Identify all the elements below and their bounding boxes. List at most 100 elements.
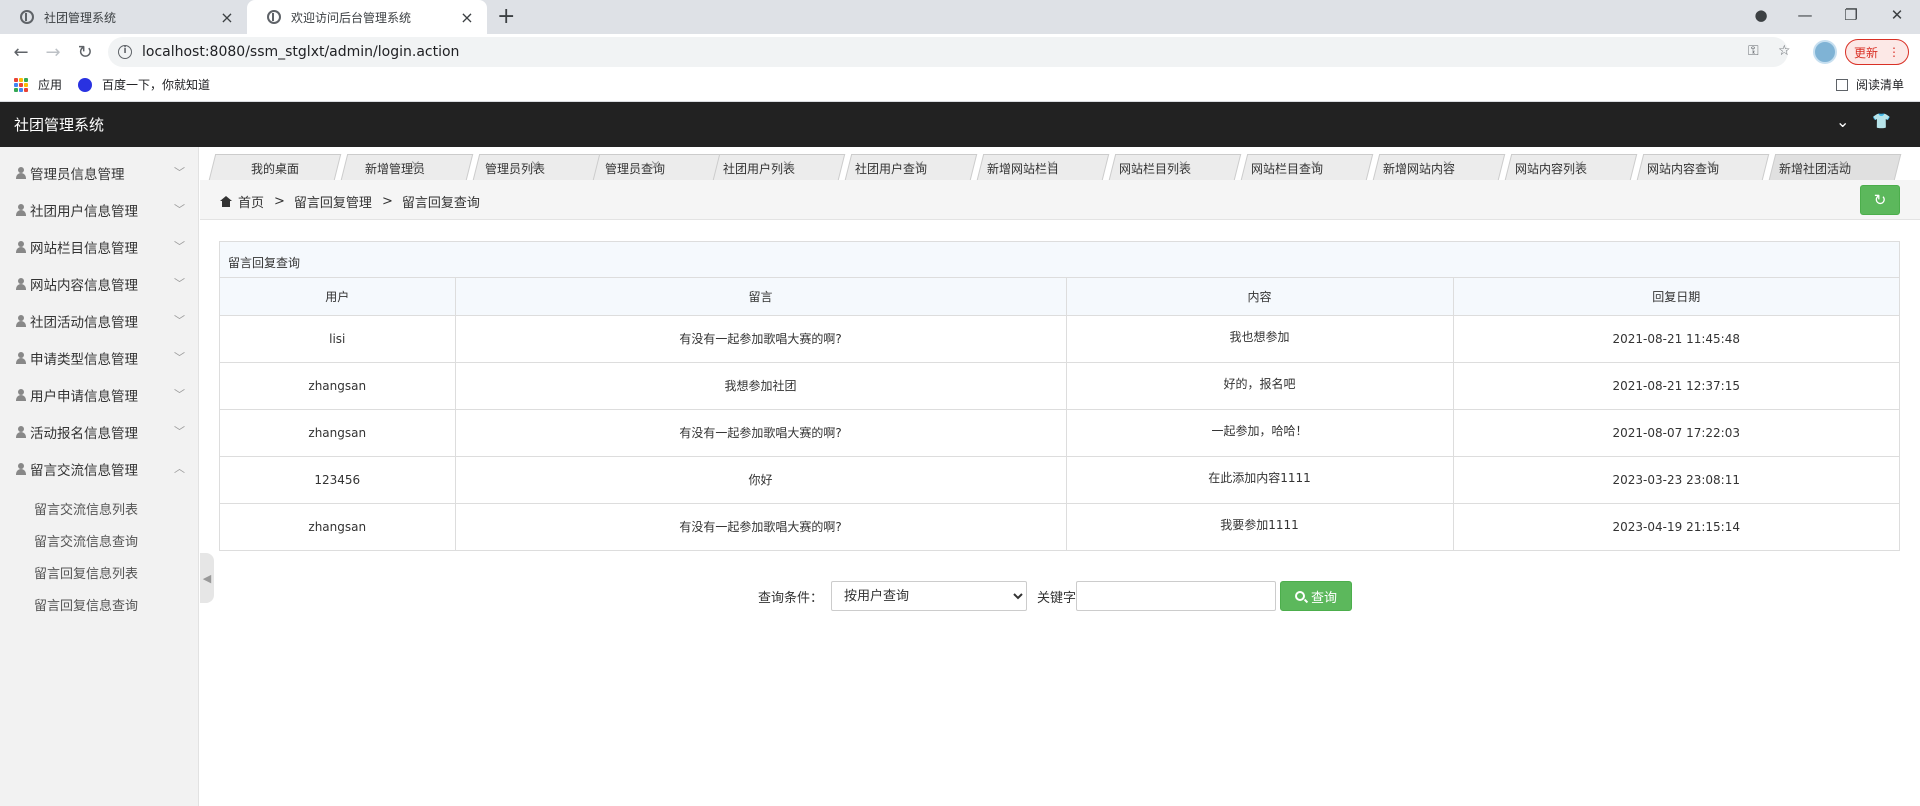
user-icon [16, 166, 26, 179]
query-button[interactable]: 查询 [1280, 581, 1353, 611]
close-tab-icon[interactable]: × [219, 8, 235, 27]
new-tab-button[interactable]: + [497, 4, 515, 29]
cell-date: 2021-08-21 12:37:15 [1453, 362, 1899, 410]
bookmark-label: 应用 [38, 78, 63, 92]
tab-close-icon[interactable]: × [1706, 158, 1717, 173]
tab-close-icon[interactable]: × [1574, 158, 1585, 173]
chevron-down-icon: ﹀ [174, 388, 185, 401]
sidebar-item-user-applications[interactable]: 用户申请信息管理 ﹀ [0, 376, 199, 413]
key-icon[interactable]: ⚿ [1748, 43, 1759, 59]
forward-arrow-icon[interactable]: → [40, 40, 66, 64]
sidebar-item-club-users[interactable]: 社团用户信息管理 ﹀ [0, 191, 199, 228]
sidebar-item-site-columns[interactable]: 网站栏目信息管理 ﹀ [0, 228, 199, 265]
breadcrumb-home[interactable]: 首页 [238, 192, 264, 211]
update-label: 更新 [1853, 45, 1878, 60]
table-header-row: 用户 留言 内容 回复日期 [220, 278, 1899, 316]
sidebar-collapse-toggle[interactable]: ◀ [200, 553, 214, 603]
restore-button[interactable]: ❐ [1828, 0, 1874, 30]
chevron-down-icon: ﹀ [174, 425, 185, 438]
globe-icon [267, 10, 281, 24]
condition-label: 查询条件： [758, 590, 824, 606]
sidebar-subitem-message-query[interactable]: 留言交流信息查询 [34, 531, 138, 550]
chevron-down-icon: ﹀ [174, 166, 185, 179]
more-menu-icon: ⋮ [1888, 45, 1900, 59]
star-icon[interactable]: ☆ [1778, 43, 1791, 59]
tab-search-icon[interactable]: ● [1738, 0, 1784, 30]
tab-close-icon[interactable]: × [782, 158, 793, 173]
breadcrumb-separator: > [274, 194, 285, 209]
tab-label: 新增网站内容 [1382, 162, 1455, 176]
tab-close-icon[interactable]: × [1178, 158, 1189, 173]
cell-content: 我要参加1111 [1066, 503, 1454, 550]
cell-user: zhangsan [220, 409, 456, 457]
bookmark-baidu[interactable]: 百度一下，你就知道 [78, 76, 210, 93]
sidebar-item-label: 社团用户信息管理 [30, 203, 138, 220]
chevron-down-icon: ﹀ [174, 203, 185, 216]
profile-avatar[interactable] [1813, 40, 1837, 64]
tab-close-icon[interactable]: × [530, 158, 541, 173]
user-icon [16, 240, 26, 253]
column-header-date: 回复日期 [1453, 278, 1899, 316]
reload-icon[interactable]: ↻ [72, 40, 98, 64]
tab-close-icon[interactable]: × [1838, 158, 1849, 173]
sidebar-item-label: 网站栏目信息管理 [30, 240, 138, 257]
back-arrow-icon[interactable]: ← [8, 40, 34, 64]
tab-label: 管理员列表 [484, 162, 545, 176]
sidebar-item-label: 留言交流信息管理 [30, 462, 138, 479]
tab-close-icon[interactable]: × [914, 158, 925, 173]
tshirt-icon[interactable]: 👕 [1872, 112, 1891, 130]
user-icon [16, 351, 26, 364]
user-icon [16, 462, 26, 475]
tab-label: 管理员查询 [604, 162, 665, 176]
reading-list[interactable]: 阅读清单 [1836, 76, 1904, 93]
chevron-down-icon: ﹀ [174, 240, 185, 253]
site-info-icon[interactable]: i [118, 45, 132, 59]
tab-close-icon[interactable]: × [650, 158, 661, 173]
app-header: 社团管理系统 ⌄ 👕 [0, 102, 1920, 147]
tab-close-icon[interactable]: × [1442, 158, 1453, 173]
bookmark-apps[interactable]: 应用 [14, 76, 62, 93]
reply-query-panel: 留言回复查询 用户 留言 内容 回复日期 lisi 有没有一起参加歌唱大赛的啊?… [219, 241, 1900, 551]
keyword-input[interactable] [1076, 581, 1277, 611]
sidebar-item-messages[interactable]: 留言交流信息管理 ︿ [0, 450, 199, 487]
close-tab-icon[interactable]: × [459, 8, 475, 27]
bookmark-label: 百度一下，你就知道 [102, 78, 211, 92]
tab-close-icon[interactable]: × [410, 158, 421, 173]
sidebar-subitem-reply-query[interactable]: 留言回复信息查询 [34, 595, 138, 614]
update-button[interactable]: 更新 ⋮ [1845, 39, 1909, 65]
cell-message: 你好 [455, 456, 1067, 504]
reading-list-icon [1836, 78, 1848, 91]
cell-message: 我想参加社团 [455, 362, 1067, 410]
cell-content: 一起参加，哈哈！ [1066, 409, 1454, 457]
chevron-down-icon[interactable]: ⌄ [1836, 112, 1849, 131]
address-bar[interactable]: i localhost:8080/ssm_stglxt/admin/login.… [108, 37, 1791, 67]
chevron-down-icon: ﹀ [174, 277, 185, 290]
tab-close-icon[interactable]: × [1046, 158, 1057, 173]
tab-close-icon[interactable]: × [1310, 158, 1321, 173]
sidebar-item-site-content[interactable]: 网站内容信息管理 ﹀ [0, 265, 199, 302]
chevron-down-icon: ﹀ [174, 351, 185, 364]
minimize-button[interactable]: — [1782, 0, 1828, 30]
tab-label: 网站栏目列表 [1118, 162, 1191, 176]
sidebar-item-application-types[interactable]: 申请类型信息管理 ﹀ [0, 339, 199, 376]
browser-tab-1[interactable]: 社团管理系统 × [0, 0, 247, 34]
cell-message: 有没有一起参加歌唱大赛的啊? [455, 409, 1067, 457]
close-window-button[interactable]: ✕ [1874, 0, 1920, 30]
sidebar-item-admin[interactable]: 管理员信息管理 ﹀ [0, 154, 199, 191]
tab-label: 网站内容查询 [1646, 162, 1719, 176]
table-row: lisi 有没有一起参加歌唱大赛的啊? 我也想参加 2021-08-21 11:… [220, 315, 1899, 363]
sidebar-subitem-message-list[interactable]: 留言交流信息列表 [34, 499, 138, 518]
cell-message: 有没有一起参加歌唱大赛的啊? [455, 503, 1067, 550]
refresh-button[interactable]: ↻ [1860, 185, 1900, 215]
browser-tab-2[interactable]: 欢迎访问后台管理系统 × [247, 0, 487, 34]
breadcrumb-level1[interactable]: 留言回复管理 [294, 192, 372, 211]
tab-label: 网站栏目查询 [1250, 162, 1323, 176]
tab-label: 新增网站栏目 [986, 162, 1059, 176]
address-bar-row: ← → ↻ i localhost:8080/ssm_stglxt/admin/… [0, 34, 1920, 70]
sidebar-item-club-activities[interactable]: 社团活动信息管理 ﹀ [0, 302, 199, 339]
sidebar-subitem-reply-list[interactable]: 留言回复信息列表 [34, 563, 138, 582]
condition-select[interactable]: 按用户查询 [831, 581, 1028, 611]
sidebar-item-activity-signups[interactable]: 活动报名信息管理 ﹀ [0, 413, 199, 450]
app-title: 社团管理系统 [14, 116, 105, 134]
search-form: 查询条件： 按用户查询 关键字 查询 [758, 581, 1353, 611]
